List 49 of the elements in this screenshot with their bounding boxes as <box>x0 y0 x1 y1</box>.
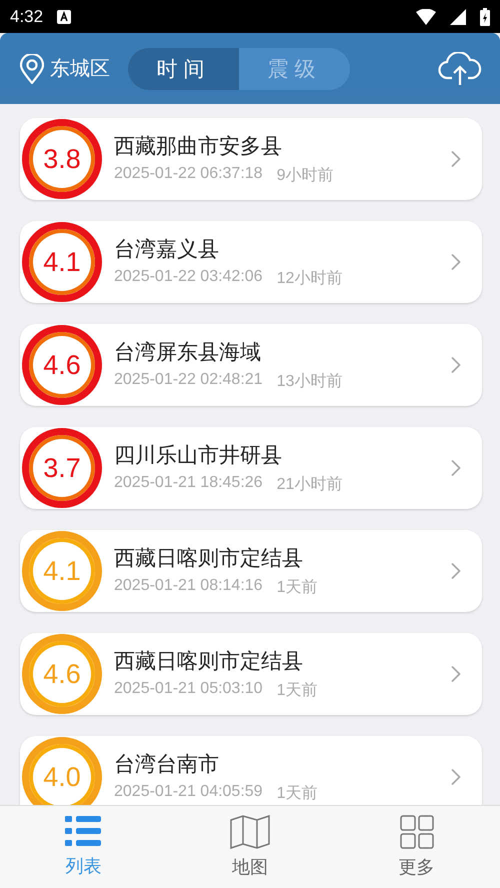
location-label[interactable]: 东城区 <box>50 55 110 82</box>
map-icon <box>230 815 270 849</box>
magnitude-badge: 4.1 <box>22 222 102 302</box>
earthquake-card[interactable]: 3.7 四川乐山市井研县 2025-01-21 18:45:26 21小时前 <box>20 427 482 509</box>
event-time: 2025-01-21 18:45:26 <box>114 474 263 493</box>
event-time: 2025-01-21 04:05:59 <box>114 783 263 802</box>
magnitude-badge: 4.1 <box>22 531 102 611</box>
place-name: 台湾台南市 <box>114 751 220 778</box>
earthquake-card[interactable]: 4.0 台湾台南市 2025-01-21 04:05:59 1天前 <box>20 736 482 805</box>
nav-tab[interactable]: 更多 <box>333 806 500 888</box>
time-ago: 9小时前 <box>276 166 334 186</box>
time-ago: 1天前 <box>276 784 318 804</box>
earthquake-card[interactable]: 4.1 台湾嘉义县 2025-01-22 03:42:06 12小时前 <box>20 221 482 303</box>
earthquake-card[interactable]: 4.6 西藏日喀则市定结县 2025-01-21 05:03:10 1天前 <box>20 633 482 715</box>
time-ago: 21小时前 <box>276 474 342 495</box>
magnitude-badge: 4.6 <box>22 634 102 714</box>
list-icon <box>65 816 102 848</box>
battery-icon <box>480 8 490 26</box>
event-time: 2025-01-22 03:42:06 <box>114 268 263 287</box>
signal-icon <box>450 8 466 24</box>
place-name: 西藏日喀则市定结县 <box>114 648 304 675</box>
time-ago: 13小时前 <box>276 372 342 392</box>
earthquake-card[interactable]: 4.1 西藏日喀则市定结县 2025-01-21 08:14:16 1天前 <box>20 530 482 612</box>
magnitude-badge: 4.6 <box>22 325 102 405</box>
place-name: 四川乐山市井研县 <box>114 442 283 469</box>
sort-tab[interactable]: 时间 <box>128 48 239 90</box>
earthquake-card[interactable]: 3.8 西藏那曲市安多县 2025-01-22 06:37:18 9小时前 <box>20 118 482 200</box>
time-ago: 1天前 <box>276 578 318 598</box>
event-time: 2025-01-22 06:37:18 <box>114 165 263 184</box>
time-ago: 12小时前 <box>276 268 342 289</box>
magnitude-badge: 4.0 <box>22 737 102 805</box>
location-pin-icon[interactable] <box>20 54 44 84</box>
magnitude-badge: 3.7 <box>22 428 102 508</box>
grid-icon <box>400 815 434 849</box>
place-name: 西藏日喀则市定结县 <box>114 545 304 572</box>
earthquake-card[interactable]: 4.6 台湾屏东县海域 2025-01-22 02:48:21 13小时前 <box>20 324 482 406</box>
place-name: 西藏那曲市安多县 <box>114 133 283 160</box>
magnitude-badge: 3.8 <box>22 119 102 199</box>
event-time: 2025-01-22 02:48:21 <box>114 371 263 390</box>
event-time: 2025-01-21 05:03:10 <box>114 680 263 699</box>
time-ago: 1天前 <box>276 681 318 701</box>
cloud-upload-icon[interactable] <box>438 52 482 86</box>
nav-tab[interactable]: 地图 <box>166 806 334 888</box>
notification-icon <box>57 10 72 24</box>
event-time: 2025-01-21 08:14:16 <box>114 577 263 596</box>
status-time: 4:32 <box>10 6 44 26</box>
wifi-icon <box>416 8 436 24</box>
place-name: 台湾屏东县海域 <box>114 339 262 366</box>
place-name: 台湾嘉义县 <box>114 236 220 263</box>
